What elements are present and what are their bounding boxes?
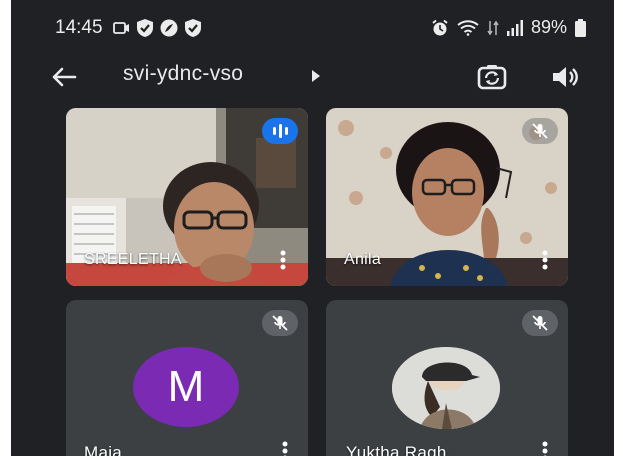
participant-tile-yuktha[interactable]: Yuktha Ragh... [326,300,568,456]
status-right: 89% [431,17,586,38]
top-app-bar: svi-ydnc-vso [11,52,614,100]
signal-icon [506,19,523,36]
participant-name: Yuktha Ragh... [346,443,462,456]
shield-check-icon [136,18,154,38]
participant-name: Anila [344,251,382,268]
participant-tile-maja[interactable]: M Maja [66,300,308,456]
status-time: 14:45 [55,17,103,38]
meet-call-screen: 14:45 89% svi-ydnc-vso SREELETHA Anila M… [11,0,614,456]
alarm-icon [431,19,449,37]
wifi-icon [457,19,479,36]
back-arrow-icon[interactable] [49,62,79,92]
more-options-icon[interactable] [540,440,550,456]
mic-off-icon [262,310,298,336]
participant-tile-sreeletha[interactable]: SREELETHA [66,108,308,286]
more-options-icon[interactable] [278,249,288,271]
status-left: 14:45 [55,17,202,39]
mic-off-icon [522,118,558,144]
participant-name: Maja [84,443,123,456]
battery-percent: 89% [530,17,567,37]
data-transfer-icon [487,19,499,37]
speaking-indicator [262,118,298,144]
shield-check-icon-2 [184,18,202,38]
caret-right-icon[interactable] [311,69,321,87]
avatar [392,347,500,429]
participant-tile-anila[interactable]: Anila [326,108,568,286]
mic-off-icon [522,310,558,336]
more-options-icon[interactable] [280,440,290,456]
avatar: M [133,347,239,427]
status-bar: 14:45 89% [11,0,614,52]
more-options-icon[interactable] [540,249,550,271]
app-notification-icon [160,19,178,37]
participant-name: SREELETHA [84,251,182,268]
meeting-code[interactable]: svi-ydnc-vso [123,62,243,86]
speaker-icon[interactable] [549,62,579,92]
battery-icon [575,18,586,37]
switch-camera-icon[interactable] [475,60,509,94]
cast-screen-icon [112,21,130,35]
